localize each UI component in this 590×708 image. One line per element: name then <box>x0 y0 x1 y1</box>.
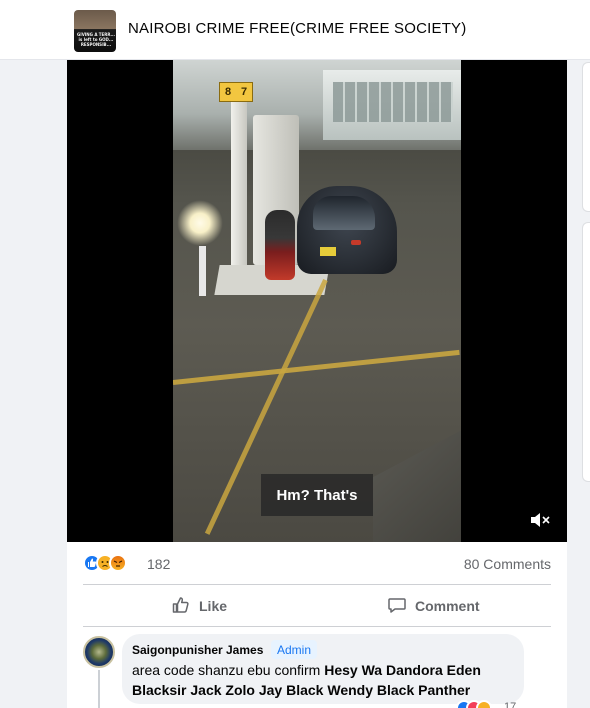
divider <box>83 626 551 627</box>
like-button[interactable]: Like <box>171 592 227 620</box>
car-rear-window <box>313 196 375 230</box>
page-avatar[interactable]: GIVING A TERR... is left to GOD... RESPO… <box>74 10 116 52</box>
tagged-user-link[interactable]: Eden <box>447 662 481 678</box>
like-label: Like <box>199 598 228 614</box>
angry-reaction-icon <box>109 554 127 572</box>
post-header: GIVING A TERR... is left to GOD... RESPO… <box>0 0 590 60</box>
admin-badge: Admin <box>271 640 318 659</box>
comment-text: area code shanzu ebu confirm <box>132 662 325 678</box>
reactions-bar: 182 80 Comments <box>83 548 551 578</box>
page-name-link[interactable]: NAIROBI CRIME FREE(CRIME FREE SOCIETY) <box>128 20 466 37</box>
thumbs-up-icon <box>171 595 199 618</box>
comments-count-link[interactable]: 80 Comments <box>464 556 551 572</box>
car-taillight <box>351 240 361 245</box>
video-frame[interactable]: 8 7 <box>173 60 461 542</box>
car-plate <box>320 247 336 256</box>
tagged-user-link[interactable]: Blacksir Jack <box>132 682 222 698</box>
side-card-edge-2 <box>582 222 590 482</box>
reply-thread-line <box>98 670 100 708</box>
guard-rail <box>373 402 461 542</box>
person <box>265 210 295 280</box>
comment-author-link[interactable]: Saigonpunisher James <box>132 643 263 657</box>
pump-number-sign: 8 7 <box>219 82 253 102</box>
comment-label: Comment <box>415 598 480 614</box>
comment-text-line-2: Blacksir Jack Zolo Jay Black Wendy Black… <box>132 682 470 698</box>
video-caption: Hm? That's <box>261 474 373 516</box>
pump-number-8: 8 <box>224 86 232 98</box>
comment-reaction-count[interactable]: 17 <box>504 701 516 708</box>
reaction-icons[interactable] <box>83 554 143 574</box>
flood-light <box>177 200 223 246</box>
shop-windows <box>333 82 453 122</box>
tagged-user-link[interactable]: Zolo Jay Black <box>225 682 323 698</box>
pump-number-7: 7 <box>240 86 248 98</box>
divider <box>83 584 551 585</box>
bollard <box>199 246 206 296</box>
commenter-avatar[interactable] <box>83 636 115 668</box>
lane-marking <box>173 349 460 385</box>
comment-bubble-icon <box>387 595 415 618</box>
comment-button[interactable]: Comment <box>387 592 480 620</box>
avatar-caption: GIVING A TERR... is left to GOD... RESPO… <box>76 32 116 47</box>
speaker-muted-icon[interactable] <box>528 510 552 530</box>
reaction-count[interactable]: 182 <box>147 556 170 572</box>
pump-pillar <box>231 100 247 290</box>
tagged-user-link[interactable]: Wendy Black Panther <box>327 682 470 698</box>
haha-reaction-icon <box>476 700 492 708</box>
side-card-edge <box>582 62 590 212</box>
tagged-user-link[interactable]: Hesy Wa Dandora <box>324 662 443 678</box>
comment-text-line-1: area code shanzu ebu confirm Hesy Wa Dan… <box>132 662 481 678</box>
